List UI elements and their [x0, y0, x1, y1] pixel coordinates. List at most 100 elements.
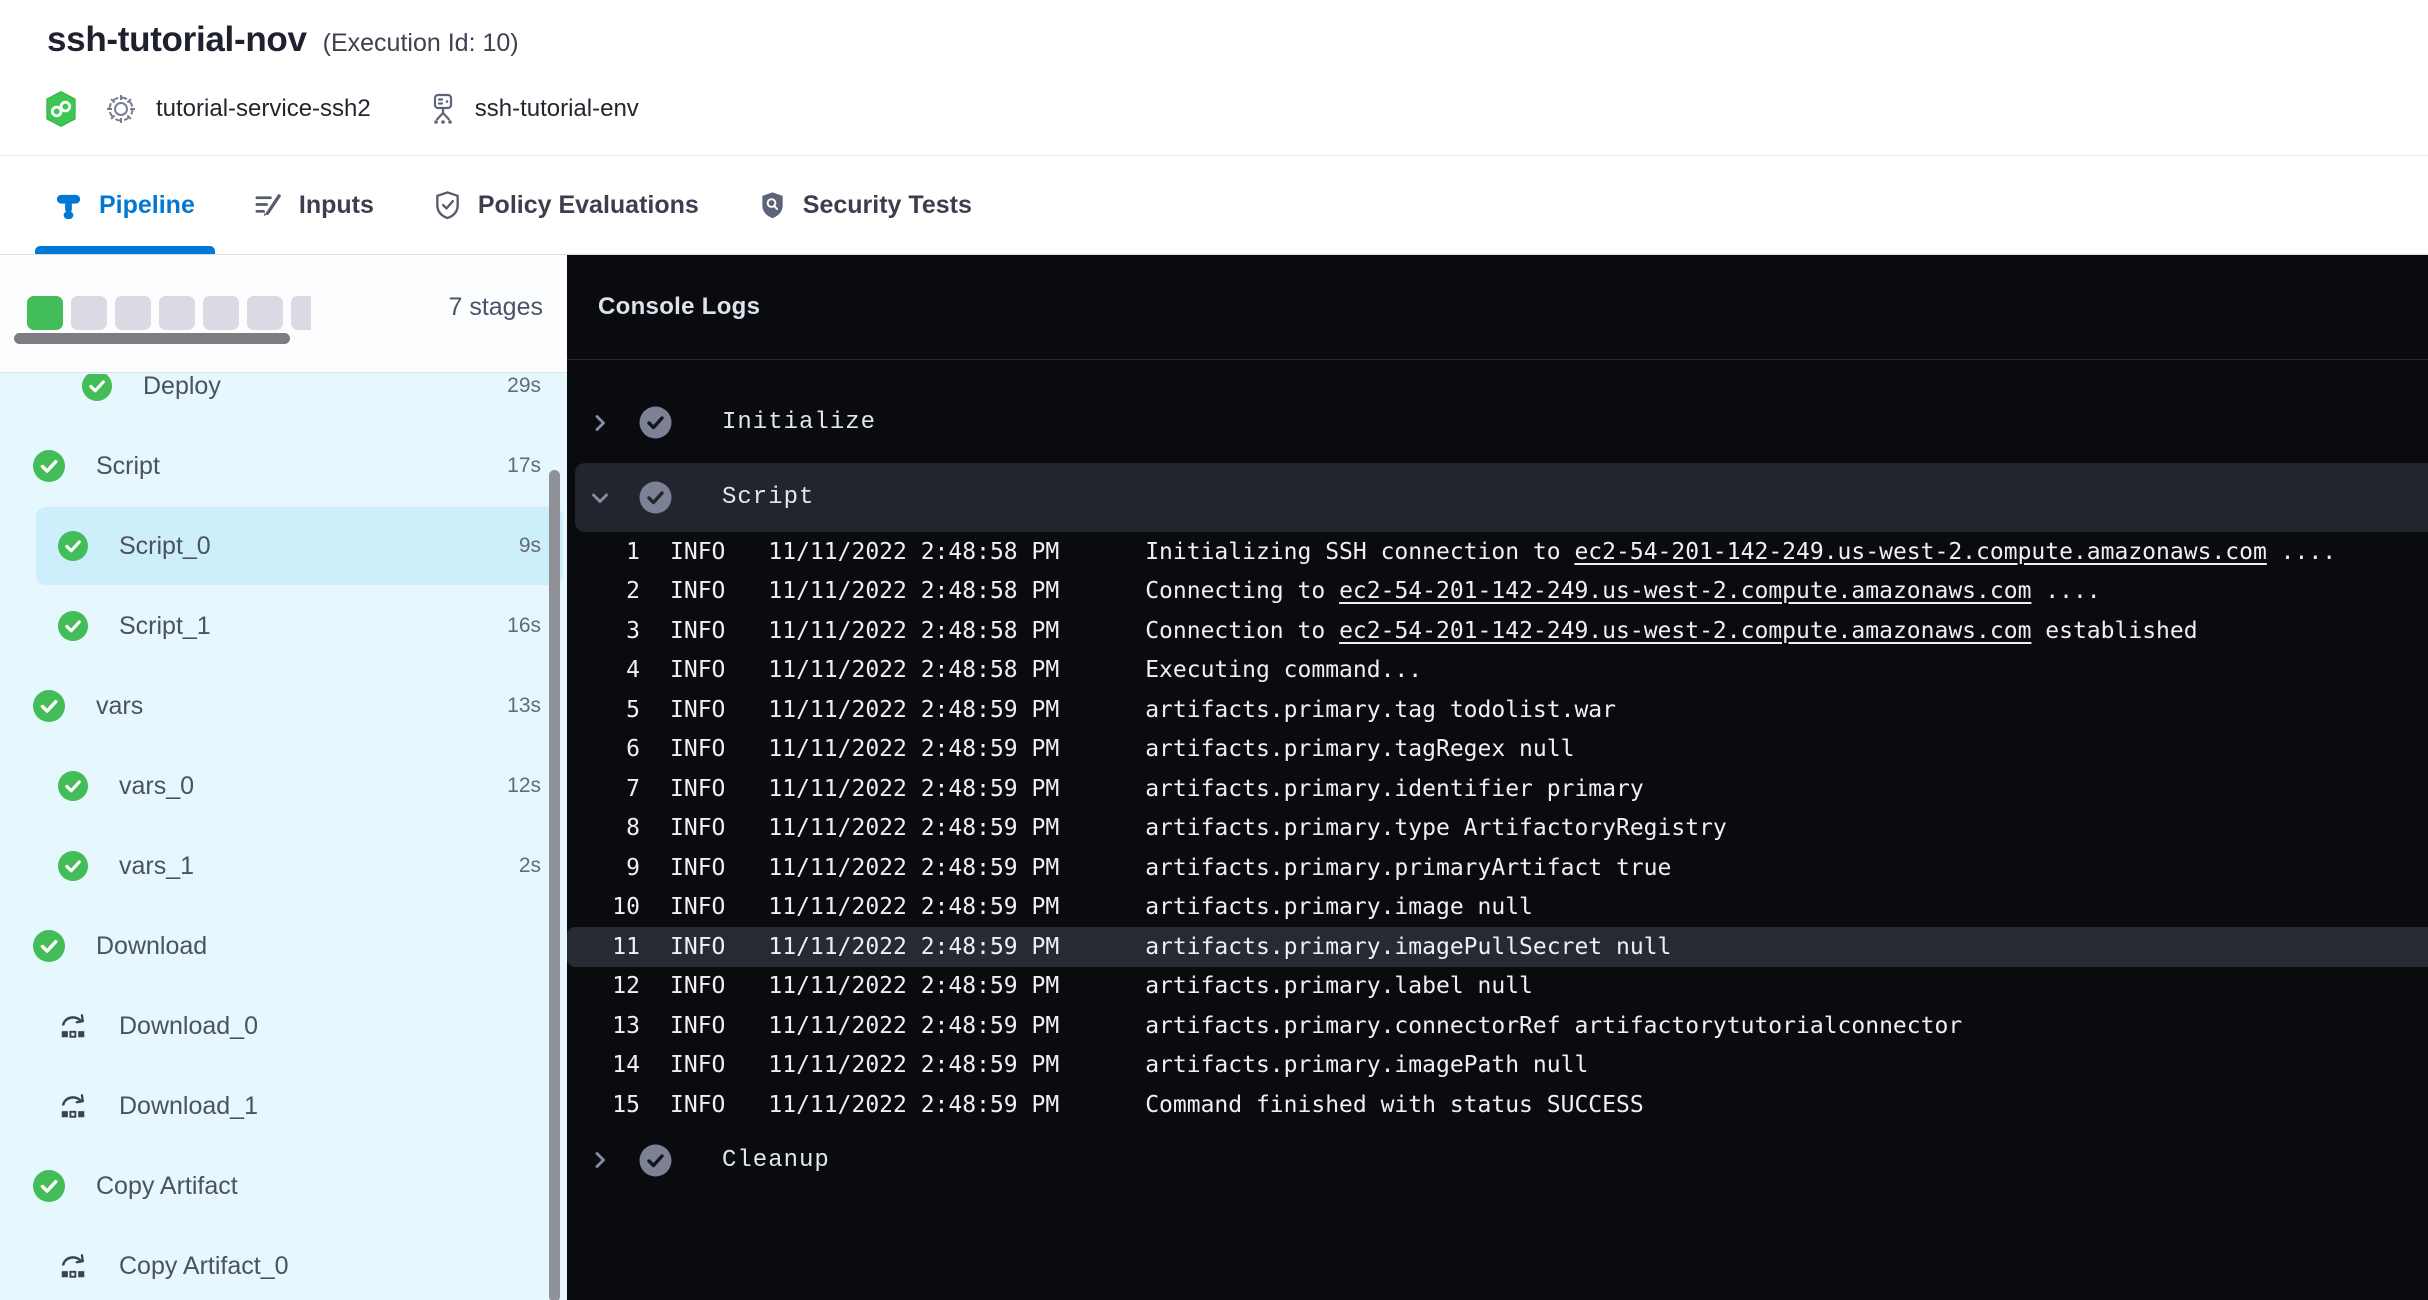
log-timestamp: 11/11/2022 2:48:59 PM	[768, 736, 1059, 762]
stage-row[interactable]: vars_0 12s	[0, 746, 567, 826]
console-body: Initialize Script 1 INFO 11/11/2022 2:48…	[567, 360, 2428, 1188]
log-section-cleanup[interactable]: Cleanup	[567, 1133, 2428, 1188]
execution-id: (Execution Id: 10)	[323, 29, 519, 58]
log-message: artifacts.primary.connectorRef artifacto…	[1145, 1013, 1962, 1039]
log-message: artifacts.primary.imagePullSecret null	[1145, 934, 1671, 960]
horizontal-scrollbar[interactable]	[14, 333, 290, 344]
log-line: 13 INFO 11/11/2022 2:48:59 PM artifacts.…	[567, 1006, 2428, 1046]
success-icon	[33, 690, 65, 722]
log-section-script[interactable]: Script	[575, 463, 2428, 532]
stage-row[interactable]: Download	[0, 906, 567, 986]
stage-row[interactable]: Deploy 29s	[0, 374, 567, 426]
stage-duration: 16s	[507, 614, 541, 638]
stage-label: vars_1	[119, 852, 194, 881]
sidebar-scrollbar[interactable]	[549, 470, 560, 1300]
log-level: INFO	[670, 539, 725, 565]
section-label: Script	[722, 484, 814, 511]
log-timestamp: 11/11/2022 2:48:58 PM	[768, 578, 1059, 604]
log-message: artifacts.primary.label null	[1145, 973, 1533, 999]
service-name[interactable]: tutorial-service-ssh2	[156, 95, 371, 123]
progress-segment[interactable]	[203, 296, 239, 330]
stage-row[interactable]: vars 13s	[0, 666, 567, 746]
tab-security-tests[interactable]: Security Tests	[757, 157, 972, 254]
host-link[interactable]: ec2-54-201-142-249.us-west-2.compute.ama…	[1339, 618, 2031, 644]
stage-row[interactable]: vars_1 2s	[0, 826, 567, 906]
security-tests-icon	[757, 190, 788, 221]
log-timestamp: 11/11/2022 2:48:59 PM	[768, 855, 1059, 881]
log-level: INFO	[670, 934, 725, 960]
log-level: INFO	[670, 815, 725, 841]
log-message: artifacts.primary.image null	[1145, 894, 1533, 920]
tab-pipeline[interactable]: Pipeline	[53, 157, 195, 254]
chevron-down-icon[interactable]	[588, 486, 612, 510]
stage-label: Script	[96, 452, 160, 481]
tab-label: Security Tests	[803, 191, 972, 220]
log-line-number: 3	[567, 618, 640, 644]
progress-segment[interactable]	[247, 296, 283, 330]
stage-progress-bar[interactable]	[27, 296, 311, 330]
log-line-number: 5	[567, 697, 640, 723]
stage-duration: 9s	[519, 534, 541, 558]
log-line-number: 10	[567, 894, 640, 920]
stage-row[interactable]: Script 17s	[0, 426, 567, 506]
environment-name[interactable]: ssh-tutorial-env	[475, 95, 639, 123]
host-link[interactable]: ec2-54-201-142-249.us-west-2.compute.ama…	[1574, 539, 2266, 565]
progress-segment[interactable]	[71, 296, 107, 330]
stage-duration: 13s	[507, 694, 541, 718]
log-line: 11 INFO 11/11/2022 2:48:59 PM artifacts.…	[567, 927, 2428, 967]
log-message: Connecting to ec2-54-201-142-249.us-west…	[1145, 578, 2100, 604]
stage-row[interactable]: Download_1	[0, 1066, 567, 1146]
log-level: INFO	[670, 894, 725, 920]
stage-row[interactable]: Script_0 9s	[0, 506, 567, 586]
chevron-right-icon[interactable]	[588, 411, 612, 435]
execution-body: 7 stages Deploy 29s Script 17s Script_0 …	[0, 255, 2428, 1300]
progress-segment[interactable]	[27, 296, 63, 330]
log-level: INFO	[670, 578, 725, 604]
tab-label: Pipeline	[99, 191, 195, 220]
stage-label: Download_1	[119, 1092, 258, 1121]
tab-policy-evaluations[interactable]: Policy Evaluations	[432, 157, 699, 254]
stage-row[interactable]: Copy Artifact	[0, 1146, 567, 1226]
log-line-number: 6	[567, 736, 640, 762]
stage-label: Copy Artifact	[96, 1172, 238, 1201]
stage-label: Download	[96, 932, 207, 961]
success-icon	[58, 851, 88, 881]
progress-segment[interactable]	[115, 296, 151, 330]
log-timestamp: 11/11/2022 2:48:59 PM	[768, 1052, 1059, 1078]
stage-duration: 12s	[507, 774, 541, 798]
policy-evaluations-icon	[432, 190, 463, 221]
stage-label: Download_0	[119, 1012, 258, 1041]
log-timestamp: 11/11/2022 2:48:59 PM	[768, 973, 1059, 999]
log-message: Initializing SSH connection to ec2-54-20…	[1145, 539, 2336, 565]
stage-duration: 29s	[507, 374, 541, 398]
console-header: Console Logs	[567, 255, 2428, 360]
log-section-initialize[interactable]: Initialize	[567, 395, 2428, 450]
progress-segment[interactable]	[159, 296, 195, 330]
log-level: INFO	[670, 657, 725, 683]
log-level: INFO	[670, 776, 725, 802]
section-check-icon	[639, 1144, 672, 1177]
progress-segment[interactable]	[291, 296, 311, 330]
stage-row[interactable]: Download_0	[0, 986, 567, 1066]
host-link[interactable]: ec2-54-201-142-249.us-west-2.compute.ama…	[1339, 578, 2031, 604]
service-environment-row: tutorial-service-ssh2 ssh-tutorial-env	[44, 90, 639, 128]
log-level: INFO	[670, 697, 725, 723]
log-message: Connection to ec2-54-201-142-249.us-west…	[1145, 618, 2197, 644]
stage-label: Deploy	[143, 374, 221, 401]
log-message: artifacts.primary.tagRegex null	[1145, 736, 1574, 762]
section-check-icon	[639, 406, 672, 439]
stages-sidebar: 7 stages Deploy 29s Script 17s Script_0 …	[0, 255, 567, 1300]
tab-inputs[interactable]: Inputs	[253, 157, 374, 254]
tab-label: Policy Evaluations	[478, 191, 699, 220]
log-line: 1 INFO 11/11/2022 2:48:58 PM Initializin…	[567, 532, 2428, 572]
log-line-number: 2	[567, 578, 640, 604]
log-level: INFO	[670, 618, 725, 644]
log-lines: 1 INFO 11/11/2022 2:48:58 PM Initializin…	[567, 532, 2428, 1125]
stage-row[interactable]: Copy Artifact_0	[0, 1226, 567, 1300]
stage-row[interactable]: Script_1 16s	[0, 586, 567, 666]
console-title: Console Logs	[598, 293, 760, 321]
log-timestamp: 11/11/2022 2:48:58 PM	[768, 539, 1059, 565]
title-row: ssh-tutorial-nov (Execution Id: 10)	[47, 20, 519, 60]
log-line: 12 INFO 11/11/2022 2:48:59 PM artifacts.…	[567, 967, 2428, 1007]
chevron-right-icon[interactable]	[588, 1148, 612, 1172]
